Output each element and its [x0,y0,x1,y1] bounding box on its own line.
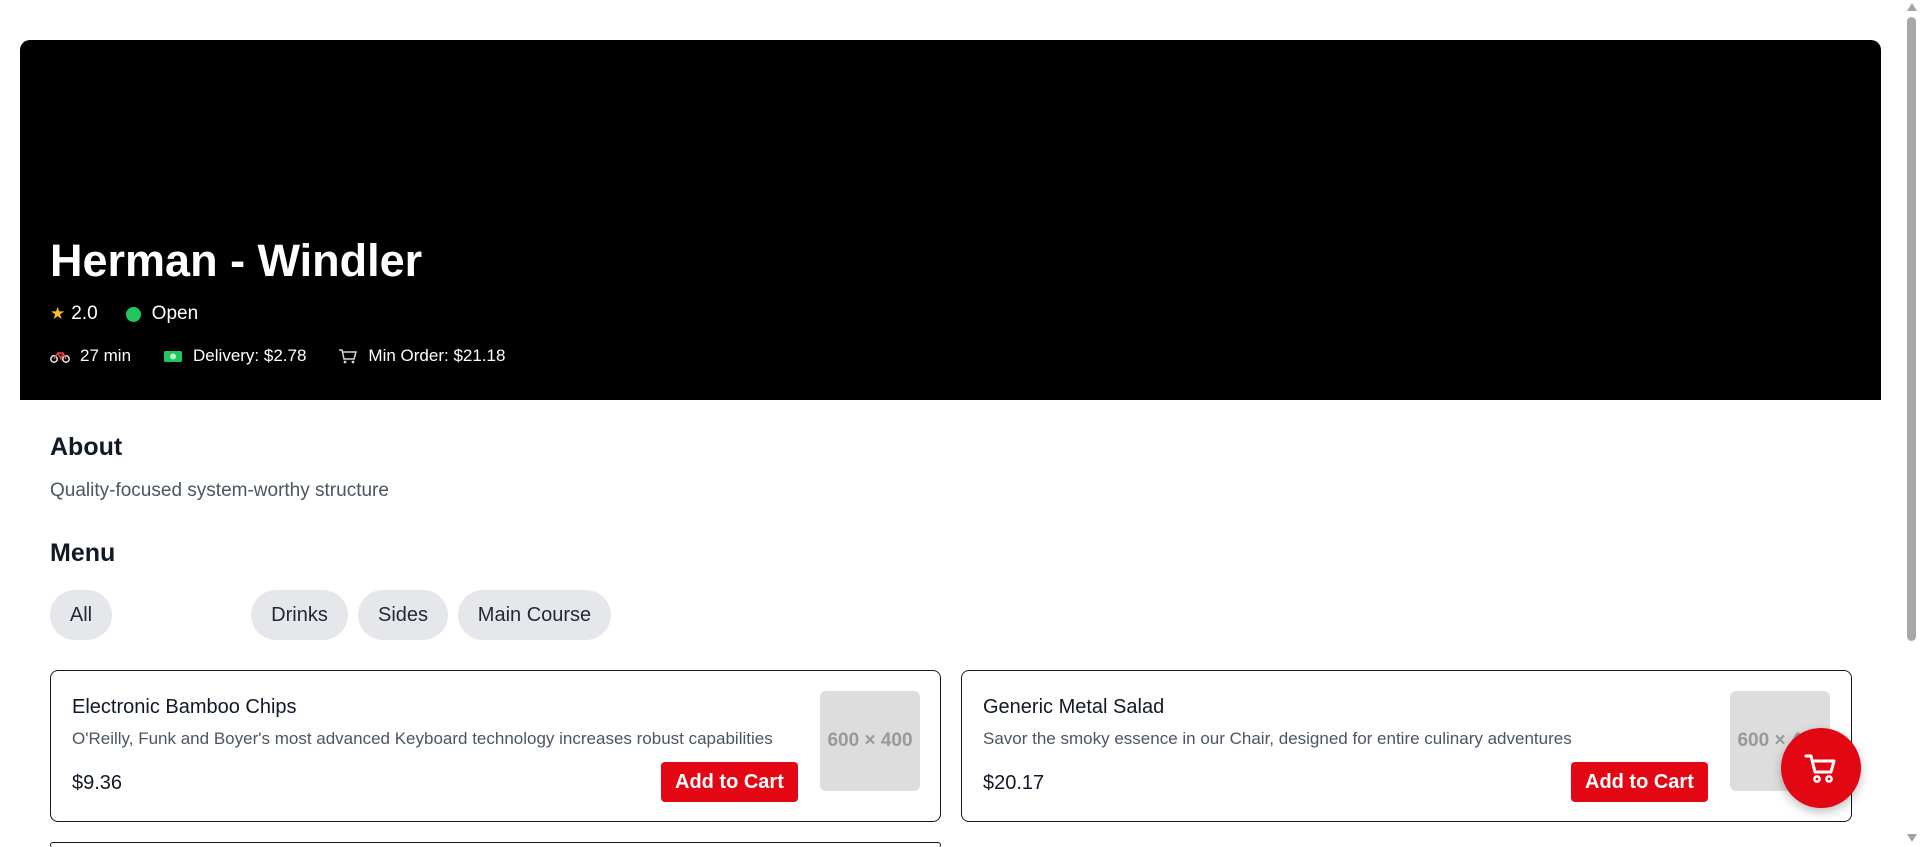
filter-sides[interactable]: Sides [358,590,448,640]
delivery-fee-value: Delivery: $2.78 [193,346,307,365]
restaurant-meta: ★ 2.0 Open [50,303,198,325]
bicycle-icon [50,352,70,363]
restaurant-page: Herman - Windler ★ 2.0 Open 27 min Deliv… [20,40,1881,847]
menu-item-price: $9.36 [72,772,123,794]
scroll-up-arrow-icon[interactable] [1907,3,1917,11]
shopping-cart-icon [1804,754,1836,783]
filter-all[interactable]: All [50,590,112,640]
menu-item-image: 600 × 400 [820,691,920,791]
menu-item-name: Electronic Bamboo Chips [72,696,297,718]
delivery-time-value: 27 min [80,346,132,365]
delivery-time-info: 27 min [50,346,131,366]
scrollbar-thumb[interactable] [1907,17,1916,641]
money-icon [164,351,183,362]
cart-icon [339,349,358,364]
restaurant-content: About Quality-focused system-worthy stru… [20,400,1881,847]
min-order-value: Min Order: $21.18 [368,346,506,365]
menu-heading: Menu [50,539,116,567]
delivery-fee-info: Delivery: $2.78 [163,346,306,366]
menu-item-price: $20.17 [983,772,1045,794]
about-heading: About [50,433,123,461]
restaurant-info-row: 27 min Delivery: $2.78 Min Order: $21.18 [50,346,537,366]
add-to-cart-button[interactable]: Add to Cart [661,762,798,802]
min-order-info: Min Order: $21.18 [338,346,505,366]
status-badge: Open [151,303,199,324]
menu-item-card-partial [50,842,941,847]
rating-value: 2.0 [71,303,98,324]
add-to-cart-button[interactable]: Add to Cart [1571,762,1708,802]
status-dot-icon [125,306,141,322]
menu-item-name: Generic Metal Salad [983,696,1165,718]
about-text: Quality-focused system-worthy structure [50,480,389,501]
scroll-down-arrow-icon[interactable] [1907,834,1917,842]
vertical-scrollbar[interactable] [1903,0,1920,847]
restaurant-name: Herman - Windler [50,235,423,286]
menu-item-description: Savor the smoky essence in our Chair, de… [983,729,1572,748]
menu-item-description: O'Reilly, Funk and Boyer's most advanced… [72,729,773,748]
filter-main-course[interactable]: Main Course [458,590,611,640]
menu-item-card: Electronic Bamboo Chips O'Reilly, Funk a… [50,670,941,822]
filter-drinks[interactable]: Drinks [251,590,348,640]
star-icon: ★ [50,304,66,323]
cart-button[interactable] [1781,728,1861,808]
restaurant-hero-banner: Herman - Windler ★ 2.0 Open 27 min Deliv… [20,40,1881,400]
menu-item-card: Generic Metal Salad Savor the smoky esse… [961,670,1852,822]
